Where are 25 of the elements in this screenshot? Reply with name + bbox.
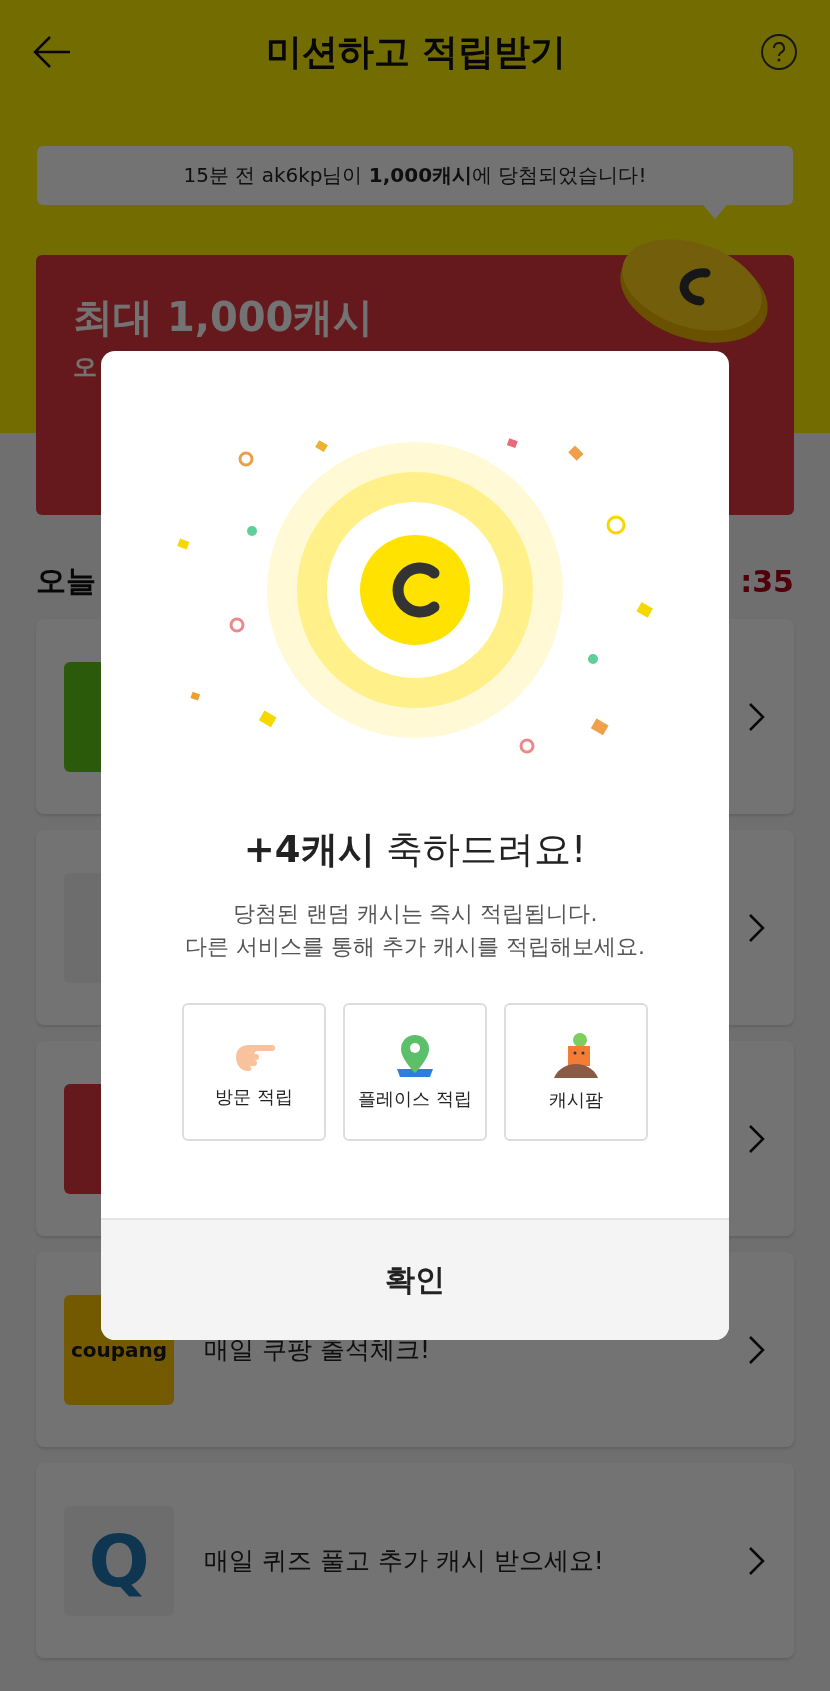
dialog-description: 당첨된 랜덤 캐시는 즉시 적립됩니다. — [232, 900, 598, 928]
chevron-right-icon — [748, 1123, 766, 1154]
back-button[interactable] — [32, 35, 72, 69]
countdown-timer: :35 — [740, 563, 794, 599]
confirm-button[interactable]: 확인 — [101, 1218, 729, 1340]
section-title: 오늘 — [36, 561, 96, 600]
help-button[interactable] — [760, 33, 798, 71]
chevron-right-icon — [748, 701, 766, 732]
location-pin-icon — [395, 1033, 435, 1077]
shortcut-button[interactable]: 방문 적립 — [182, 1003, 326, 1141]
shortcut-button[interactable]: 캐시팜 — [504, 1003, 648, 1141]
notice-text: 15분 전 ak6kp님이 1,000캐시에 당첨되었습니다! — [183, 162, 647, 189]
banner-title: 최대 1,000캐시 — [73, 293, 375, 342]
mission-text: 매일 퀴즈 풀고 추가 캐시 받으세요! — [204, 1545, 605, 1577]
dialog-title: +4캐시 축하드려요! — [243, 827, 587, 873]
carrot-character-icon — [552, 1032, 600, 1078]
dialog-description: 다른 서비스를 통해 추가 캐시를 적립해보세요. — [185, 933, 645, 961]
shortcut-button[interactable]: 플레이스 적립 — [343, 1003, 487, 1141]
banner-subtitle: 오 — [73, 352, 98, 383]
chevron-right-icon — [748, 1334, 766, 1365]
mission-card[interactable]: Q 매일 퀴즈 풀고 추가 캐시 받으세요! — [36, 1463, 794, 1658]
brand-logo: Q — [64, 1505, 174, 1616]
chevron-right-icon — [748, 1545, 766, 1576]
page-title: 미션하고 적립받기 — [265, 29, 567, 74]
chevron-right-icon — [748, 912, 766, 943]
